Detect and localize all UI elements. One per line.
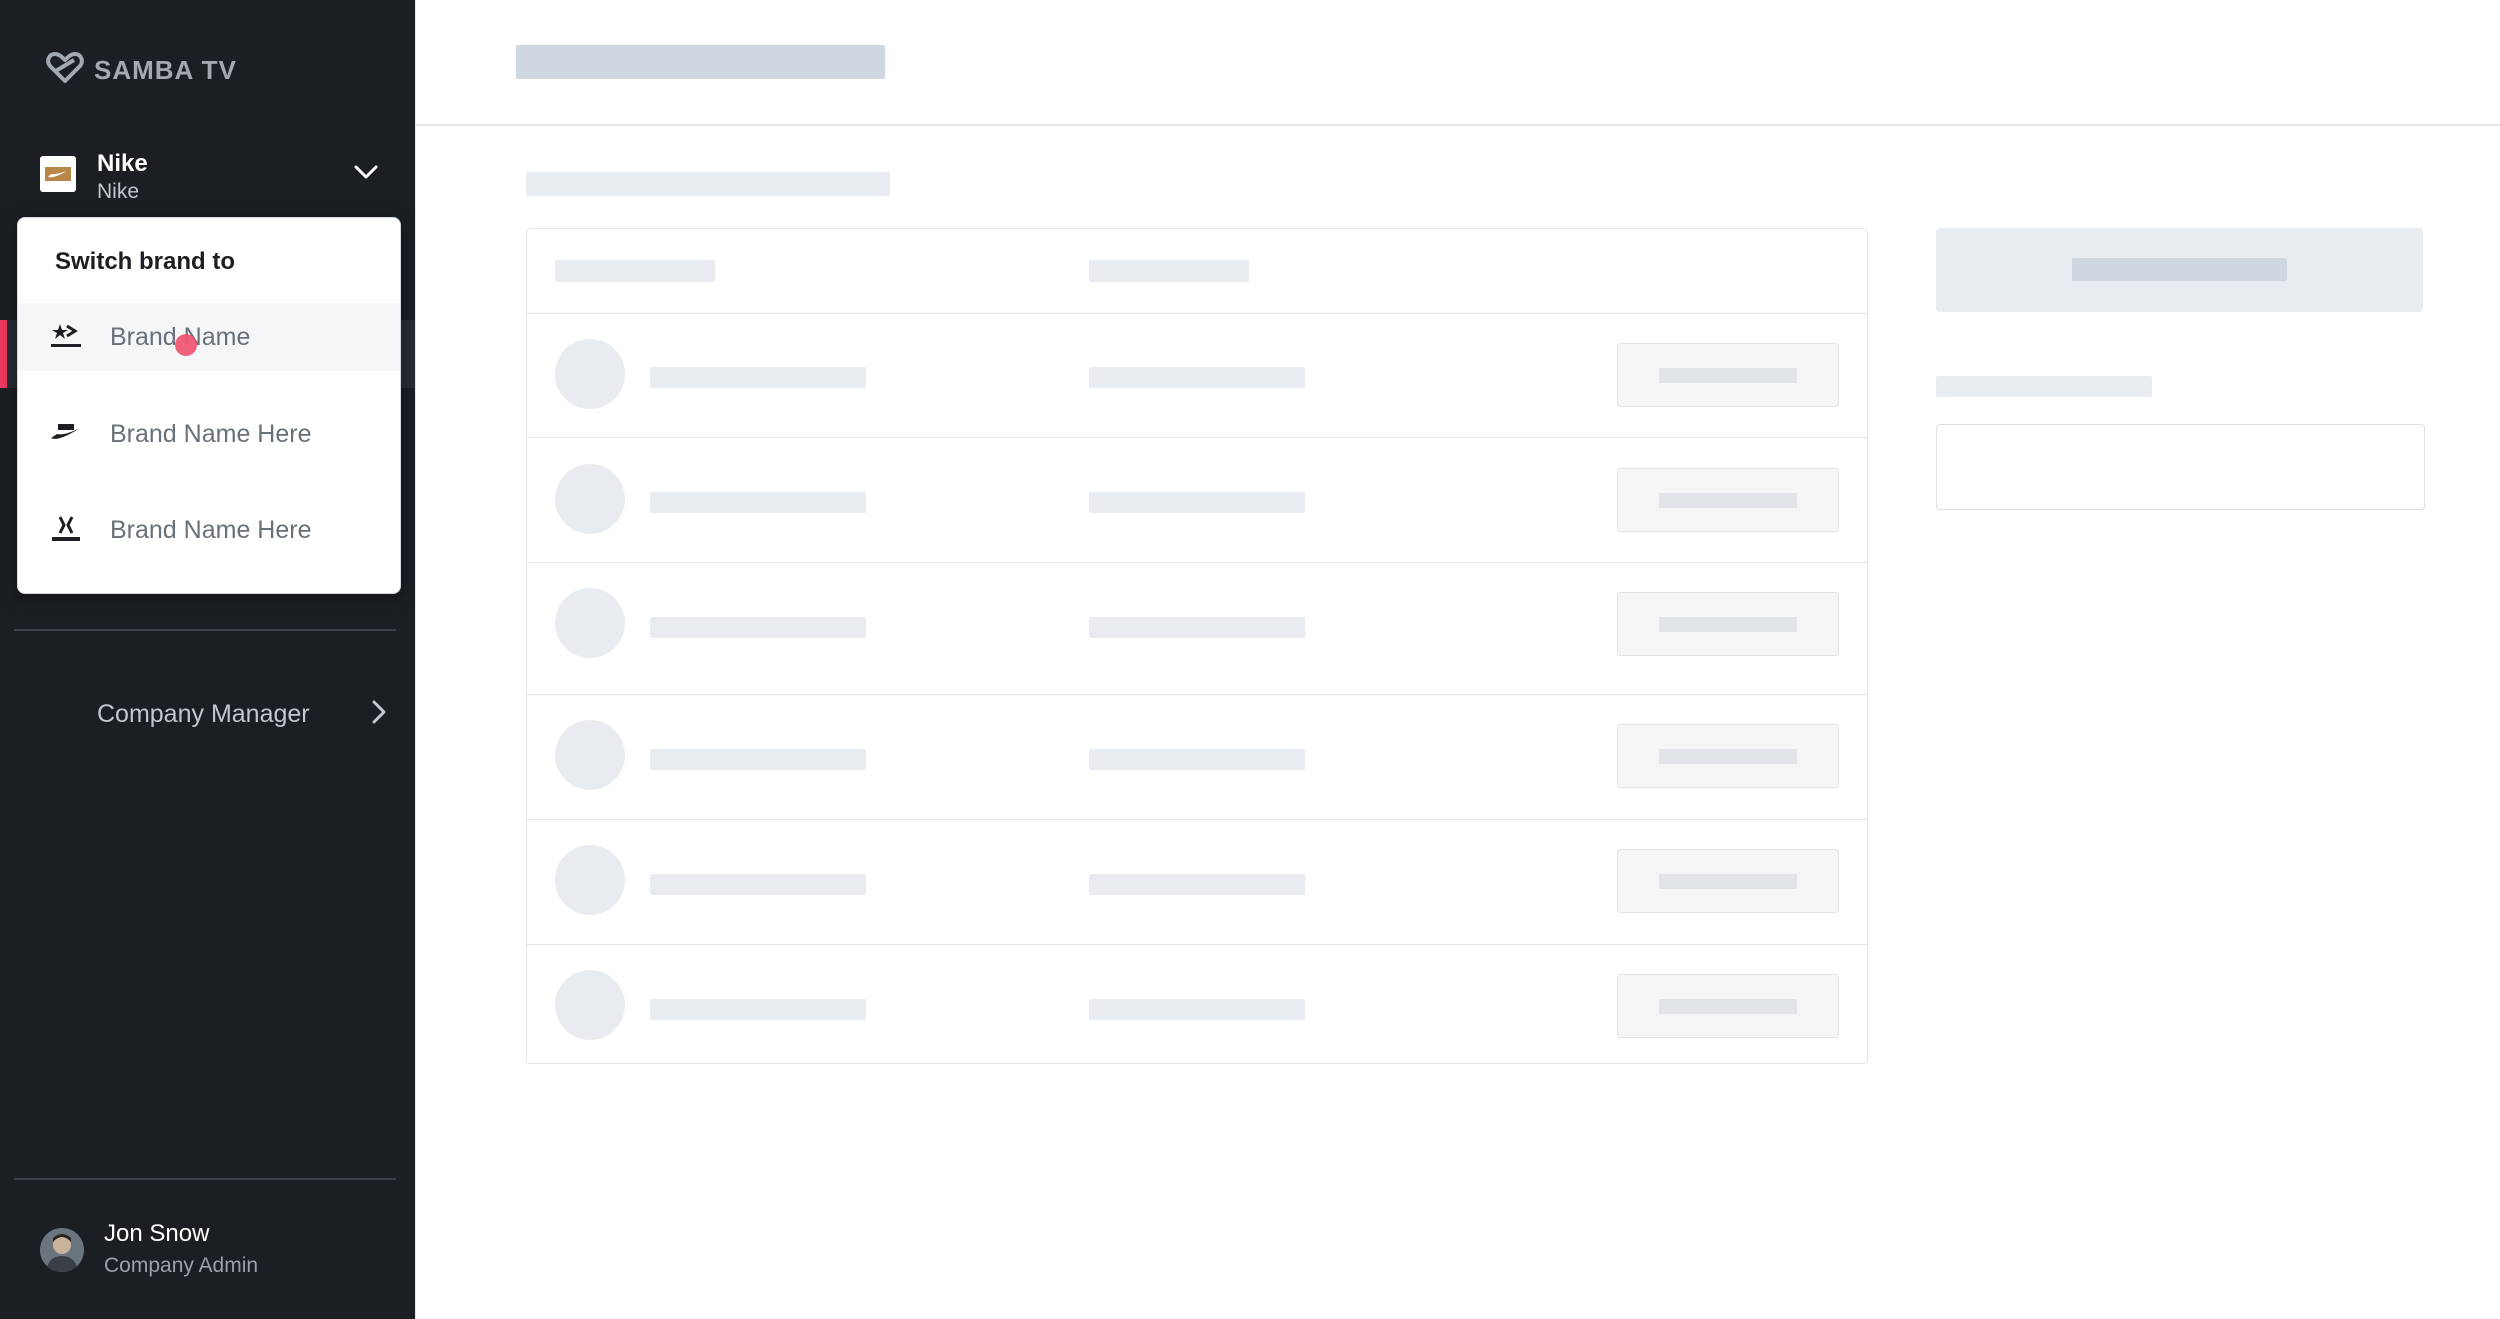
cell-skeleton <box>1089 749 1305 770</box>
click-indicator <box>175 334 197 356</box>
page-header <box>416 0 2500 126</box>
chevron-right-icon <box>371 699 387 730</box>
nike-logo-icon <box>40 156 76 192</box>
table-skeleton <box>526 228 1868 1064</box>
nike-sb-logo-icon <box>48 419 84 449</box>
cell-skeleton <box>650 874 866 895</box>
column-header-skeleton <box>1089 260 1249 282</box>
user-name: Jon Snow <box>104 1220 210 1247</box>
avatar-skeleton <box>555 588 625 658</box>
brand-option[interactable]: Brand Name <box>18 303 400 371</box>
heart-logo-icon <box>46 52 84 89</box>
column-header-skeleton <box>555 260 715 282</box>
section-title-skeleton <box>526 172 890 196</box>
table-row <box>527 437 1867 563</box>
brand-selector[interactable]: Nike Nike <box>40 148 380 208</box>
cell-skeleton <box>1089 617 1305 638</box>
converse-logo-icon <box>48 322 84 352</box>
avatar <box>40 1228 84 1272</box>
title-skeleton <box>516 45 885 79</box>
button-skeleton <box>1617 343 1839 407</box>
cell-skeleton <box>1089 999 1305 1020</box>
divider <box>14 1178 396 1180</box>
avatar-skeleton <box>555 970 625 1040</box>
table-row <box>527 944 1867 1063</box>
brand-option[interactable]: Brand Name Here <box>18 496 400 564</box>
main-content <box>415 0 2500 1319</box>
cell-skeleton <box>650 492 866 513</box>
brand-switch-dropdown: Switch brand to Brand Name Brand Name He… <box>17 217 401 594</box>
brand-option[interactable]: Brand Name Here <box>18 400 400 468</box>
button-skeleton <box>1617 849 1839 913</box>
cell-skeleton <box>1089 367 1305 388</box>
nav-company-manager-label: Company Manager <box>97 699 310 728</box>
input-skeleton[interactable] <box>1936 424 2425 510</box>
cell-skeleton <box>650 749 866 770</box>
button-skeleton <box>1617 592 1839 656</box>
cell-skeleton <box>650 367 866 388</box>
cell-skeleton <box>650 617 866 638</box>
avatar-skeleton <box>555 339 625 409</box>
brand-name: Nike <box>97 150 148 177</box>
action-button-skeleton[interactable] <box>1936 228 2423 312</box>
table-row <box>527 562 1867 695</box>
hurley-logo-icon <box>48 515 84 545</box>
chevron-down-icon[interactable] <box>352 162 380 187</box>
table-row <box>527 313 1867 438</box>
cell-skeleton <box>1089 874 1305 895</box>
cell-skeleton <box>1089 492 1305 513</box>
button-skeleton <box>1617 468 1839 532</box>
dropdown-title: Switch brand to <box>55 248 235 275</box>
active-indicator <box>0 320 7 388</box>
field-label-skeleton <box>1936 376 2152 397</box>
brand-option-label: Brand Name Here <box>110 419 312 448</box>
avatar-skeleton <box>555 720 625 790</box>
divider <box>14 629 396 631</box>
avatar-skeleton <box>555 845 625 915</box>
button-label-skeleton <box>2072 258 2287 281</box>
button-skeleton <box>1617 724 1839 788</box>
app-logo[interactable]: SAMBA TV <box>46 52 237 89</box>
button-skeleton <box>1617 974 1839 1038</box>
table-row <box>527 819 1867 945</box>
user-role: Company Admin <box>104 1254 259 1277</box>
brand-subtitle: Nike <box>97 180 140 203</box>
avatar-skeleton <box>555 464 625 534</box>
nav-company-manager[interactable]: Company Manager <box>97 694 387 734</box>
sidebar: SAMBA TV Nike Nike Company Manager Jon S… <box>0 0 415 1319</box>
table-row <box>527 694 1867 820</box>
brand-option-label: Brand Name Here <box>110 515 312 544</box>
logo-text: SAMBA TV <box>94 55 237 85</box>
cell-skeleton <box>650 999 866 1020</box>
